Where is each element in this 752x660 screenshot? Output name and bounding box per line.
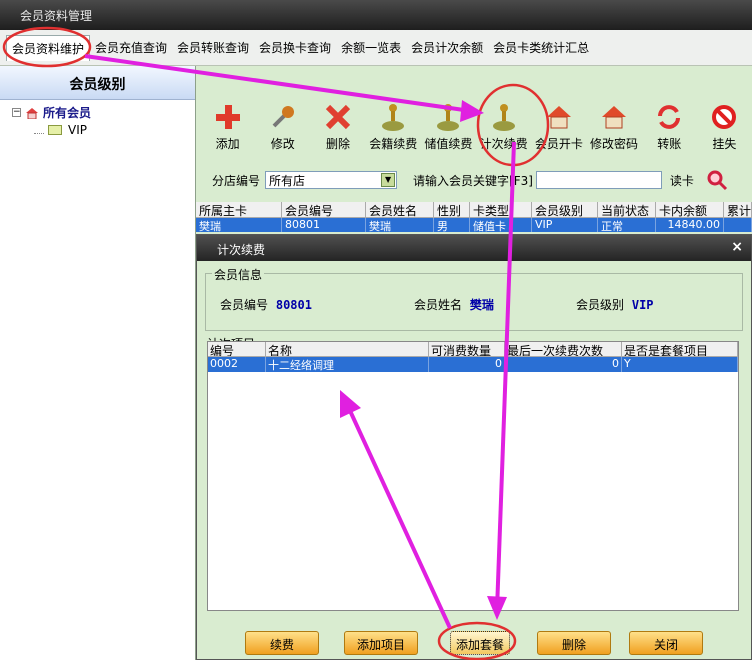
column-header[interactable]: 卡内余额 (656, 202, 724, 217)
count-items-list[interactable]: 编号 名称 可消费数量 最后一次续费次数 是否是套餐项目 0002 十二经络调理… (207, 341, 739, 611)
pawn-icon (382, 104, 405, 131)
tree-label-vip: VIP (68, 122, 87, 137)
delete-button[interactable]: 删除 (310, 96, 365, 162)
read-card-label[interactable]: 读卡 (670, 172, 694, 189)
stored-value-renew-button[interactable]: 储值续费 (421, 96, 476, 162)
tab-balance-list[interactable]: 余额一览表 (336, 35, 406, 60)
add-package-button[interactable]: 添加套餐 (450, 631, 510, 655)
table-row[interactable]: 樊瑞 80801 樊瑞 男 储值卡 VIP 正常 14840.00 (196, 218, 752, 232)
wrench-icon (272, 106, 294, 128)
renew-button[interactable]: 续费 (245, 631, 319, 655)
report-loss-button[interactable]: 挂失 (697, 96, 752, 162)
member-info-label: 会员信息 (212, 266, 265, 283)
column-header[interactable]: 当前状态 (598, 202, 656, 217)
tab-card-type-summary[interactable]: 会员卡类统计汇总 (488, 35, 594, 60)
column-header[interactable]: 最后一次续费次数 (505, 342, 622, 356)
member-id-field: 会员编号 80801 (220, 298, 312, 312)
branch-select[interactable]: 所有店 ▼ (265, 171, 398, 189)
tab-bar: 会员资料维护 会员充值查询 会员转账查询 会员换卡查询 余额一览表 会员计次余额… (0, 30, 752, 66)
count-items-header: 编号 名称 可消费数量 最后一次续费次数 是否是套餐项目 (208, 342, 738, 357)
table-row[interactable]: 0002 十二经络调理 0 0 Y (208, 357, 738, 372)
column-header[interactable]: 会员级别 (532, 202, 598, 217)
search-icon[interactable] (706, 169, 728, 191)
delete-x-icon (325, 104, 351, 130)
window-titlebar: 会员资料管理 (0, 0, 752, 30)
tab-transfer-query[interactable]: 会员转账查询 (172, 35, 254, 60)
member-level-header: 会员级别 (0, 66, 195, 100)
change-password-button[interactable]: 修改密码 (586, 96, 641, 162)
tree-connector (34, 126, 44, 134)
add-item-button[interactable]: 添加项目 (344, 631, 418, 655)
member-grid-header: 所属主卡 会员编号 会员姓名 性别 卡类型 会员级别 当前状态 卡内余额 累计 (196, 202, 752, 218)
pawn-icon (437, 104, 460, 131)
transfer-arrows-icon (658, 105, 681, 129)
column-header[interactable]: 会员姓名 (366, 202, 434, 217)
filter-bar: 分店编号 所有店 ▼ 请输入会员关键字[F3] 读卡 (200, 166, 752, 194)
add-button[interactable]: 添加 (200, 96, 255, 162)
member-name-field: 会员姓名 樊瑞 (414, 298, 494, 312)
count-renew-button[interactable]: 计次续费 (476, 96, 531, 162)
tab-recharge-query[interactable]: 会员充值查询 (90, 35, 172, 60)
toolbar: 添加 修改 删除 会籍续费 储值续费 计次续费 会员开卡 修改密码 转账 挂失 (200, 96, 752, 162)
tree-label-all-members: 所有会员 (43, 106, 92, 120)
membership-renew-button[interactable]: 会籍续费 (366, 96, 421, 162)
tree-node-vip[interactable]: VIP (12, 121, 195, 138)
keyword-label: 请输入会员关键字[F3] (413, 173, 533, 188)
house-icon (602, 106, 627, 129)
member-name-value: 樊瑞 (469, 298, 494, 312)
column-header[interactable]: 是否是套餐项目 (622, 342, 738, 356)
keyword-input[interactable] (535, 171, 662, 189)
pawn-icon (492, 104, 515, 131)
column-header[interactable]: 编号 (208, 342, 266, 356)
plus-icon (215, 105, 240, 129)
folder-icon (48, 124, 62, 135)
dialog-titlebar: 计次续费 × (197, 235, 751, 261)
forbidden-icon (712, 105, 737, 129)
transfer-button[interactable]: 转账 (642, 96, 697, 162)
column-header[interactable]: 名称 (266, 342, 429, 356)
member-info-group: 会员信息 会员编号 80801 会员姓名 樊瑞 会员级别 VIP (205, 266, 743, 331)
close-icon[interactable]: × (731, 239, 743, 255)
open-card-button[interactable]: 会员开卡 (531, 96, 586, 162)
close-button[interactable]: 关闭 (629, 631, 703, 655)
count-renew-dialog: 计次续费 × 会员信息 会员编号 80801 会员姓名 樊瑞 会员级别 VIP … (196, 234, 752, 660)
tab-member-info[interactable]: 会员资料维护 (6, 34, 91, 61)
column-header[interactable]: 累计 (724, 202, 752, 217)
chevron-down-icon[interactable]: ▼ (381, 173, 396, 187)
member-level-field: 会员级别 VIP (576, 298, 654, 312)
edit-button[interactable]: 修改 (255, 96, 310, 162)
member-id-value: 80801 (275, 298, 312, 312)
tree-node-all-members[interactable]: − 所有会员 (12, 104, 195, 121)
member-level-panel: 会员级别 − 所有会员 VIP (0, 66, 196, 660)
member-level-tree: − 所有会员 VIP (0, 100, 195, 138)
branch-label: 分店编号 (212, 173, 261, 188)
collapse-icon[interactable]: − (12, 108, 21, 117)
house-icon (26, 107, 38, 119)
house-icon (546, 106, 571, 129)
window-title: 会员资料管理 (20, 9, 93, 23)
column-header[interactable]: 可消费数量 (429, 342, 505, 356)
column-header[interactable]: 性别 (434, 202, 470, 217)
dialog-title: 计次续费 (217, 243, 266, 257)
member-level-value: VIP (631, 298, 654, 312)
column-header[interactable]: 会员编号 (282, 202, 366, 217)
delete-item-button[interactable]: 删除 (537, 631, 611, 655)
column-header[interactable]: 所属主卡 (196, 202, 282, 217)
column-header[interactable]: 卡类型 (470, 202, 532, 217)
tab-card-change-query[interactable]: 会员换卡查询 (254, 35, 336, 60)
tab-count-balance[interactable]: 会员计次余额 (406, 35, 488, 60)
